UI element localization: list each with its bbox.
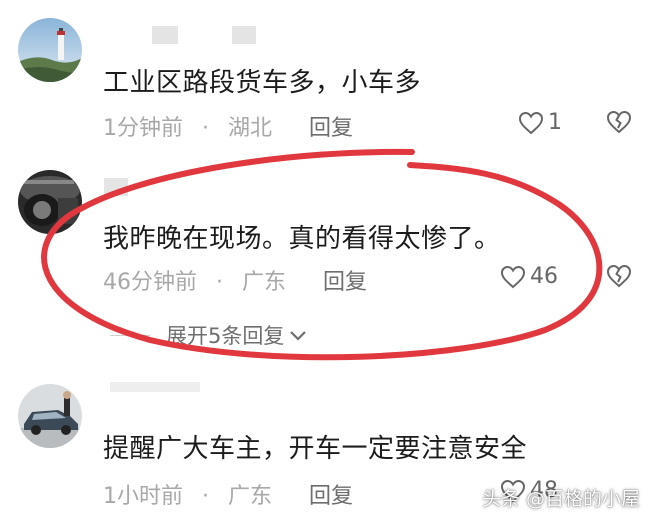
heart-outline-icon — [500, 265, 526, 288]
reply-button[interactable]: 回复 — [323, 264, 367, 296]
expand-replies-label: 展开5条回复 — [166, 324, 285, 348]
expand-replies-button[interactable]: 展开5条回复 — [110, 320, 308, 350]
username-blurred[interactable] — [110, 382, 200, 392]
dislike-button[interactable] — [606, 264, 632, 292]
divider — [110, 334, 150, 336]
comment-meta: 46分钟前 · 广东 回复 — [103, 264, 367, 296]
username-blurred-2 — [232, 26, 256, 44]
comment-meta: 1小时前 · 广东 回复 — [103, 478, 353, 510]
reply-button[interactable]: 回复 — [309, 478, 353, 510]
lighthouse-avatar-image — [18, 18, 82, 82]
broken-heart-icon — [606, 110, 632, 134]
watermark: 头条 @百格的小屋 — [481, 488, 640, 510]
avatar[interactable] — [18, 384, 82, 448]
like-count: 46 — [530, 264, 558, 289]
comment-meta: 1分钟前 · 湖北 回复 — [103, 110, 353, 142]
broken-heart-icon — [606, 264, 632, 288]
heart-outline-icon — [518, 111, 544, 134]
like-button[interactable]: 46 — [500, 264, 558, 289]
comment-text: 提醒广大车主，开车一定要注意安全 — [103, 434, 528, 464]
comment-time: 1小时前 — [103, 484, 183, 509]
meta-separator: · — [202, 484, 209, 509]
comment-text: 工业区路段货车多，小车多 — [103, 68, 422, 98]
avatar[interactable] — [18, 170, 82, 234]
comment-time: 46分钟前 — [103, 270, 197, 295]
dislike-button[interactable] — [606, 110, 632, 138]
username-blurred[interactable] — [152, 26, 178, 44]
reply-button[interactable]: 回复 — [309, 110, 353, 142]
username-blurred[interactable] — [104, 178, 128, 196]
meta-separator: · — [216, 270, 223, 295]
comment-location: 广东 — [242, 270, 287, 295]
chevron-down-icon — [290, 331, 307, 341]
meta-separator: · — [202, 116, 209, 141]
comment-time: 1分钟前 — [103, 116, 183, 141]
comment-location: 湖北 — [228, 116, 273, 141]
comment-text: 我昨晚在现场。真的看得太惨了。 — [103, 224, 501, 254]
like-button[interactable]: 1 — [518, 110, 562, 135]
like-count: 1 — [548, 110, 562, 135]
avatar[interactable] — [18, 18, 82, 82]
car-interior-avatar-image — [18, 170, 82, 234]
comment-location: 广东 — [228, 484, 273, 509]
car-avatar-image — [18, 384, 82, 448]
